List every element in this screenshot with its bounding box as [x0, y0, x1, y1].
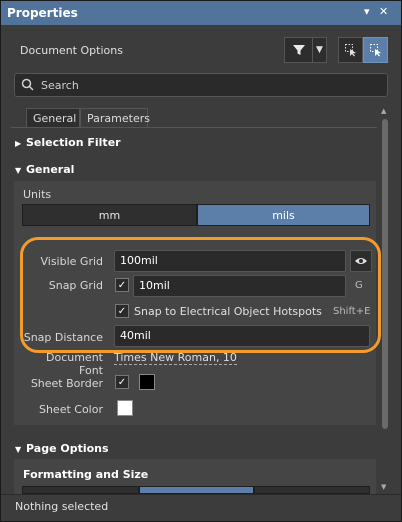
units-mm-label: mm — [98, 208, 121, 222]
document-font-label: Document Font — [46, 351, 103, 377]
document-options-label: Document Options — [20, 44, 123, 57]
selection-filter-header[interactable]: ▶ Selection Filter — [15, 136, 121, 149]
snap-hotspots-shortcut: Shift+E — [333, 306, 371, 317]
chevron-down-icon: ▼ — [316, 45, 323, 55]
page-options-label: Page Options — [26, 442, 109, 455]
snap-grid-shortcut: G — [355, 280, 363, 291]
status-bar: Nothing selected — [1, 494, 401, 521]
snap-distance-value: 40mil — [120, 329, 151, 342]
visible-grid-label: Visible Grid — [40, 255, 103, 268]
panel-title: Properties — [7, 6, 78, 20]
chevron-down-icon: ▼ — [15, 445, 22, 454]
general-label: General — [26, 163, 75, 176]
visible-grid-field[interactable]: 100mil — [114, 250, 346, 272]
sheet-color-swatch[interactable] — [117, 400, 133, 416]
scrollbar-thumb[interactable] — [382, 119, 388, 429]
units-mils-label: mils — [272, 208, 295, 222]
snap-distance-label: Snap Distance — [23, 331, 103, 344]
snap-hotspots-label: Snap to Electrical Object Hotspots — [134, 305, 322, 318]
status-text: Nothing selected — [15, 500, 109, 513]
select-mask-icon — [344, 44, 356, 57]
formatting-size-label: Formatting and Size — [23, 468, 149, 481]
checkmark-icon: ✓ — [117, 305, 127, 317]
sheet-border-checkbox[interactable]: ✓ — [115, 375, 129, 389]
filter-dropdown-button[interactable]: ▼ — [312, 37, 327, 63]
title-bar: Properties ▾ ✕ — [1, 1, 401, 25]
filter-icon — [292, 45, 305, 55]
properties-panel: Properties ▾ ✕ Document Options ▼ Search… — [0, 0, 402, 522]
scroll-up-icon[interactable]: ▲ — [381, 107, 386, 115]
snap-distance-field[interactable]: 40mil — [114, 325, 370, 347]
chevron-down-icon: ▼ — [15, 166, 22, 175]
scroll-down-icon[interactable]: ▼ — [381, 483, 386, 491]
dropdown-arrow-icon[interactable]: ▾ — [364, 5, 370, 18]
search-input[interactable]: Search — [14, 73, 388, 97]
tab-content-divider — [11, 127, 377, 128]
snap-grid-label: Snap Grid — [48, 279, 103, 292]
units-label: Units — [23, 188, 52, 201]
chevron-right-icon: ▶ — [15, 139, 22, 148]
snap-grid-field[interactable]: 10mil — [133, 275, 346, 297]
sheet-border-color-swatch[interactable] — [139, 374, 155, 390]
page-options-header[interactable]: ▼ Page Options — [15, 442, 109, 455]
tab-parameters[interactable]: Parameters — [80, 108, 150, 128]
units-mils-button[interactable]: mils — [197, 204, 370, 226]
filter-button[interactable] — [284, 37, 312, 63]
sheet-color-label: Sheet Color — [38, 403, 103, 416]
eye-icon — [355, 258, 367, 264]
format-segment-3[interactable] — [254, 486, 370, 494]
select-icon — [369, 44, 381, 57]
tab-general[interactable]: General — [26, 108, 80, 128]
search-icon — [21, 78, 34, 91]
checkmark-icon: ✓ — [117, 376, 127, 388]
checkmark-icon: ✓ — [117, 279, 127, 291]
sheet-border-label: Sheet Border — [30, 377, 103, 390]
search-placeholder: Search — [41, 79, 79, 92]
format-segment-1[interactable] — [22, 486, 139, 494]
document-font-link[interactable]: Times New Roman, 10 — [114, 351, 237, 365]
grid-visibility-button[interactable] — [350, 250, 372, 272]
select-button-active[interactable] — [363, 37, 388, 63]
select-mode-button[interactable] — [338, 37, 363, 63]
format-segment-2[interactable] — [139, 486, 254, 494]
close-icon[interactable]: ✕ — [379, 5, 388, 18]
general-header[interactable]: ▼ General — [15, 163, 74, 176]
snap-grid-value: 10mil — [139, 279, 170, 292]
units-mm-button[interactable]: mm — [22, 204, 197, 226]
snap-hotspots-checkbox[interactable]: ✓ — [115, 304, 129, 318]
selection-filter-label: Selection Filter — [26, 136, 121, 149]
snap-grid-checkbox[interactable]: ✓ — [115, 278, 129, 292]
visible-grid-value: 100mil — [120, 254, 158, 267]
